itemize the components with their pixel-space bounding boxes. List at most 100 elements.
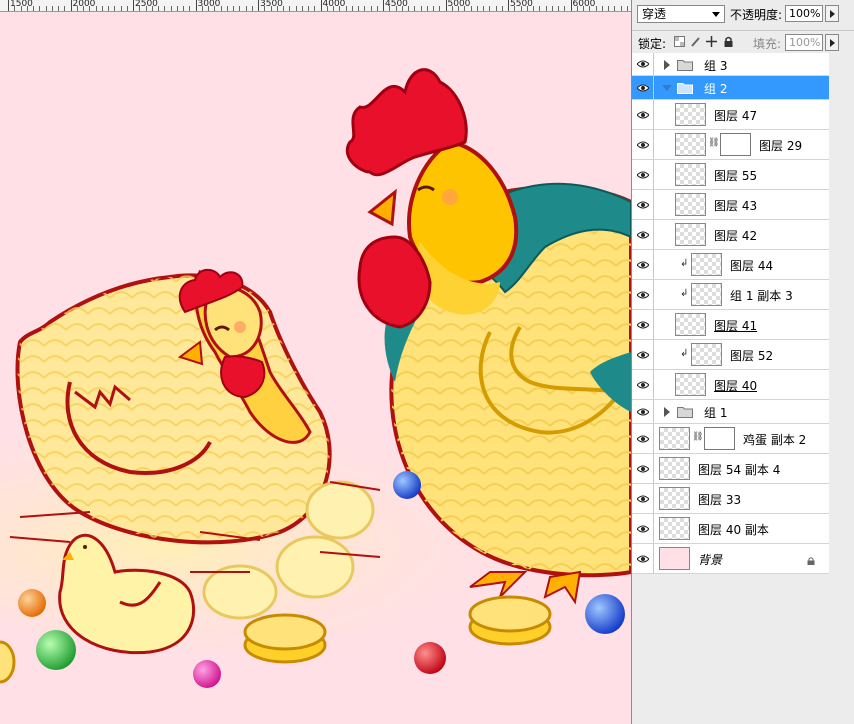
- ruler-minor-tick: [601, 6, 603, 11]
- ruler-minor-tick: [483, 6, 484, 11]
- layers-scrollbar[interactable]: [829, 53, 854, 724]
- ruler-minor-tick: [245, 6, 247, 11]
- ruler-minor-tick: [251, 6, 253, 11]
- ruler-minor-tick: [420, 6, 422, 11]
- ruler-minor-tick: [339, 6, 341, 11]
- layer-row[interactable]: 背景: [632, 544, 829, 574]
- fill-input[interactable]: 100%: [785, 34, 823, 51]
- ruler-minor-tick: [308, 6, 309, 11]
- link-chain-icon[interactable]: ⛓: [692, 432, 703, 442]
- lock-pixels-icon[interactable]: [690, 36, 701, 47]
- visibility-eye-icon[interactable]: [632, 370, 654, 399]
- blend-mode-dropdown[interactable]: 穿透: [637, 5, 725, 23]
- visibility-eye-icon[interactable]: [632, 514, 654, 543]
- artwork: [0, 68, 631, 688]
- visibility-eye-icon[interactable]: [632, 100, 654, 129]
- expand-triangle-right-icon[interactable]: [664, 407, 670, 417]
- ruler-minor-tick: [283, 6, 284, 11]
- ruler-minor-tick: [276, 6, 278, 11]
- folder-icon: [677, 59, 693, 71]
- visibility-eye-icon[interactable]: [632, 484, 654, 513]
- visibility-eye-icon[interactable]: [632, 340, 654, 369]
- layer-row[interactable]: 图层 40: [632, 370, 829, 400]
- lock-all-icon[interactable]: [723, 36, 734, 47]
- layer-row[interactable]: 图层 54 副本 4: [632, 454, 829, 484]
- ruler-minor-tick: [295, 6, 297, 11]
- visibility-eye-icon[interactable]: [632, 424, 654, 453]
- layer-row[interactable]: 图层 43: [632, 190, 829, 220]
- expand-triangle-down-icon[interactable]: [662, 85, 672, 91]
- ruler-minor-tick: [545, 6, 547, 11]
- layer-thumbnail: [659, 547, 690, 570]
- ruler-minor-tick: [345, 6, 347, 11]
- visibility-eye-icon[interactable]: [632, 400, 654, 423]
- ruler-minor-tick: [95, 6, 97, 11]
- layer-row[interactable]: ⛓ 图层 29: [632, 130, 829, 160]
- layer-thumbnail: [691, 283, 722, 306]
- layer-row[interactable]: 图层 40 副本: [632, 514, 829, 544]
- ruler-minor-tick: [270, 6, 272, 11]
- layer-row[interactable]: 图层 41: [632, 310, 829, 340]
- ruler-minor-tick: [14, 6, 16, 11]
- layer-name: 图层 55: [714, 169, 758, 183]
- visibility-eye-icon[interactable]: [632, 76, 654, 99]
- ruler-minor-tick: [626, 6, 628, 11]
- fill-label: 填充:: [753, 37, 782, 51]
- ruler-minor-tick: [176, 6, 178, 11]
- lock-position-icon[interactable]: [706, 36, 717, 47]
- visibility-eye-icon[interactable]: [632, 160, 654, 189]
- visibility-eye-icon[interactable]: [632, 310, 654, 339]
- ruler-minor-tick: [26, 6, 28, 11]
- ruler-minor-tick: [264, 6, 266, 11]
- layer-mask-thumbnail[interactable]: [720, 133, 751, 156]
- link-chain-icon[interactable]: ⛓: [708, 138, 719, 148]
- layer-name: 图层 42: [714, 229, 758, 243]
- visibility-eye-icon[interactable]: [632, 454, 654, 483]
- ruler-minor-tick: [76, 6, 78, 11]
- layer-name: 背景: [698, 553, 723, 567]
- layer-group-row[interactable]: 组 1: [632, 400, 829, 424]
- layer-row[interactable]: ↲ 图层 44: [632, 250, 829, 280]
- layer-row[interactable]: ↲ 组 1 副本 3: [632, 280, 829, 310]
- layer-thumbnail: [659, 517, 690, 540]
- layer-thumbnail: [675, 163, 706, 186]
- layer-group-row[interactable]: 组 2: [632, 76, 829, 100]
- opacity-label: 不透明度:: [730, 8, 783, 22]
- layer-thumbnail: [675, 223, 706, 246]
- ruler-minor-tick: [489, 6, 491, 11]
- layer-row[interactable]: 图层 42: [632, 220, 829, 250]
- visibility-eye-icon[interactable]: [632, 250, 654, 279]
- expand-triangle-right-icon[interactable]: [664, 59, 670, 70]
- ruler-minor-tick: [426, 6, 428, 11]
- ruler-minor-tick: [551, 6, 553, 11]
- ruler-minor-tick: [39, 6, 41, 11]
- ruler-minor-tick: [589, 6, 591, 11]
- ruler-minor-tick: [539, 6, 541, 11]
- fill-slider-button[interactable]: [825, 34, 839, 51]
- ruler-minor-tick: [120, 6, 122, 11]
- layer-group-row[interactable]: 组 3: [632, 53, 829, 76]
- visibility-eye-icon[interactable]: [632, 130, 654, 159]
- opacity-input[interactable]: 100%: [785, 5, 823, 22]
- ruler-minor-tick: [89, 6, 91, 11]
- layer-row[interactable]: 图层 55: [632, 160, 829, 190]
- ruler-minor-tick: [208, 6, 209, 11]
- ruler-minor-tick: [495, 6, 497, 11]
- ruler-minor-tick: [289, 6, 291, 11]
- layer-name: 图层 47: [714, 109, 758, 123]
- layer-row[interactable]: 图层 47: [632, 100, 829, 130]
- opacity-slider-button[interactable]: [825, 5, 839, 22]
- layer-row[interactable]: 图层 33: [632, 484, 829, 514]
- lock-transparency-icon[interactable]: [674, 36, 685, 47]
- visibility-eye-icon[interactable]: [632, 220, 654, 249]
- visibility-eye-icon[interactable]: [632, 544, 654, 573]
- visibility-eye-icon[interactable]: [632, 190, 654, 219]
- horizontal-ruler: 1500 2000 2500 3000 3500 4000 4500 5000 5500 6000: [0, 0, 631, 12]
- document-canvas[interactable]: [0, 12, 631, 724]
- visibility-eye-icon[interactable]: [632, 53, 654, 75]
- layer-row[interactable]: ⛓ 鸡蛋 副本 2: [632, 424, 829, 454]
- layer-mask-thumbnail[interactable]: [704, 427, 735, 450]
- layer-row[interactable]: ↲ 图层 52: [632, 340, 829, 370]
- visibility-eye-icon[interactable]: [632, 280, 654, 309]
- ruler-minor-tick: [45, 6, 47, 11]
